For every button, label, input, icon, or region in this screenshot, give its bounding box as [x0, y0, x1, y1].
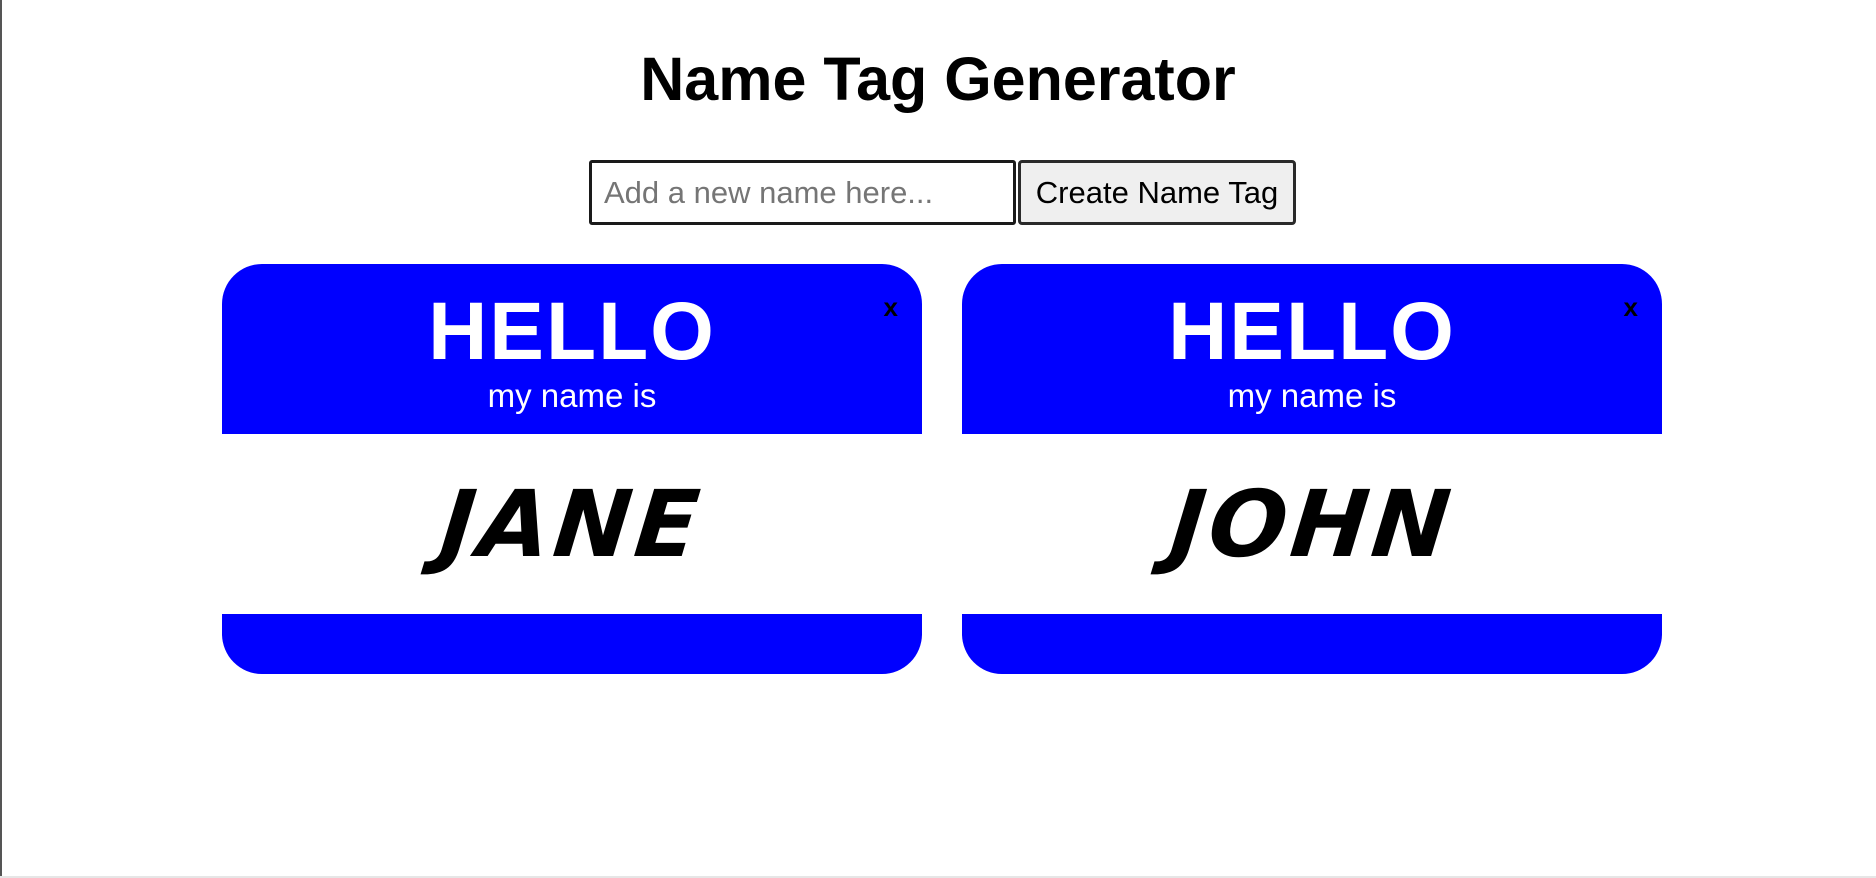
name-tag-body: JANE: [222, 434, 922, 614]
tag-subtitle: my name is: [487, 377, 657, 414]
name-tag-header: HELLO my name is x: [962, 264, 1662, 434]
tag-greeting: HELLO: [1168, 286, 1456, 377]
close-icon[interactable]: x: [884, 292, 898, 322]
name-tag: HELLO my name is x JANE: [222, 264, 922, 674]
name-form: Create Name Tag: [589, 160, 1296, 225]
tag-subtitle: my name is: [1227, 377, 1397, 414]
name-input[interactable]: [589, 160, 1016, 225]
name-tag-list: HELLO my name is x JANE HELLO my name is…: [222, 264, 1662, 674]
name-tag: HELLO my name is x JOHN: [962, 264, 1662, 674]
page-title: Name Tag Generator: [640, 45, 1236, 113]
window-border-left: [0, 0, 2, 878]
create-name-tag-button[interactable]: Create Name Tag: [1018, 160, 1296, 225]
name-tag-header: HELLO my name is x: [222, 264, 922, 434]
tag-name: JOHN: [1165, 470, 1459, 578]
name-tag-body: JOHN: [962, 434, 1662, 614]
close-icon[interactable]: x: [1624, 292, 1638, 322]
tag-name: JANE: [435, 470, 709, 578]
tag-greeting: HELLO: [428, 286, 716, 377]
